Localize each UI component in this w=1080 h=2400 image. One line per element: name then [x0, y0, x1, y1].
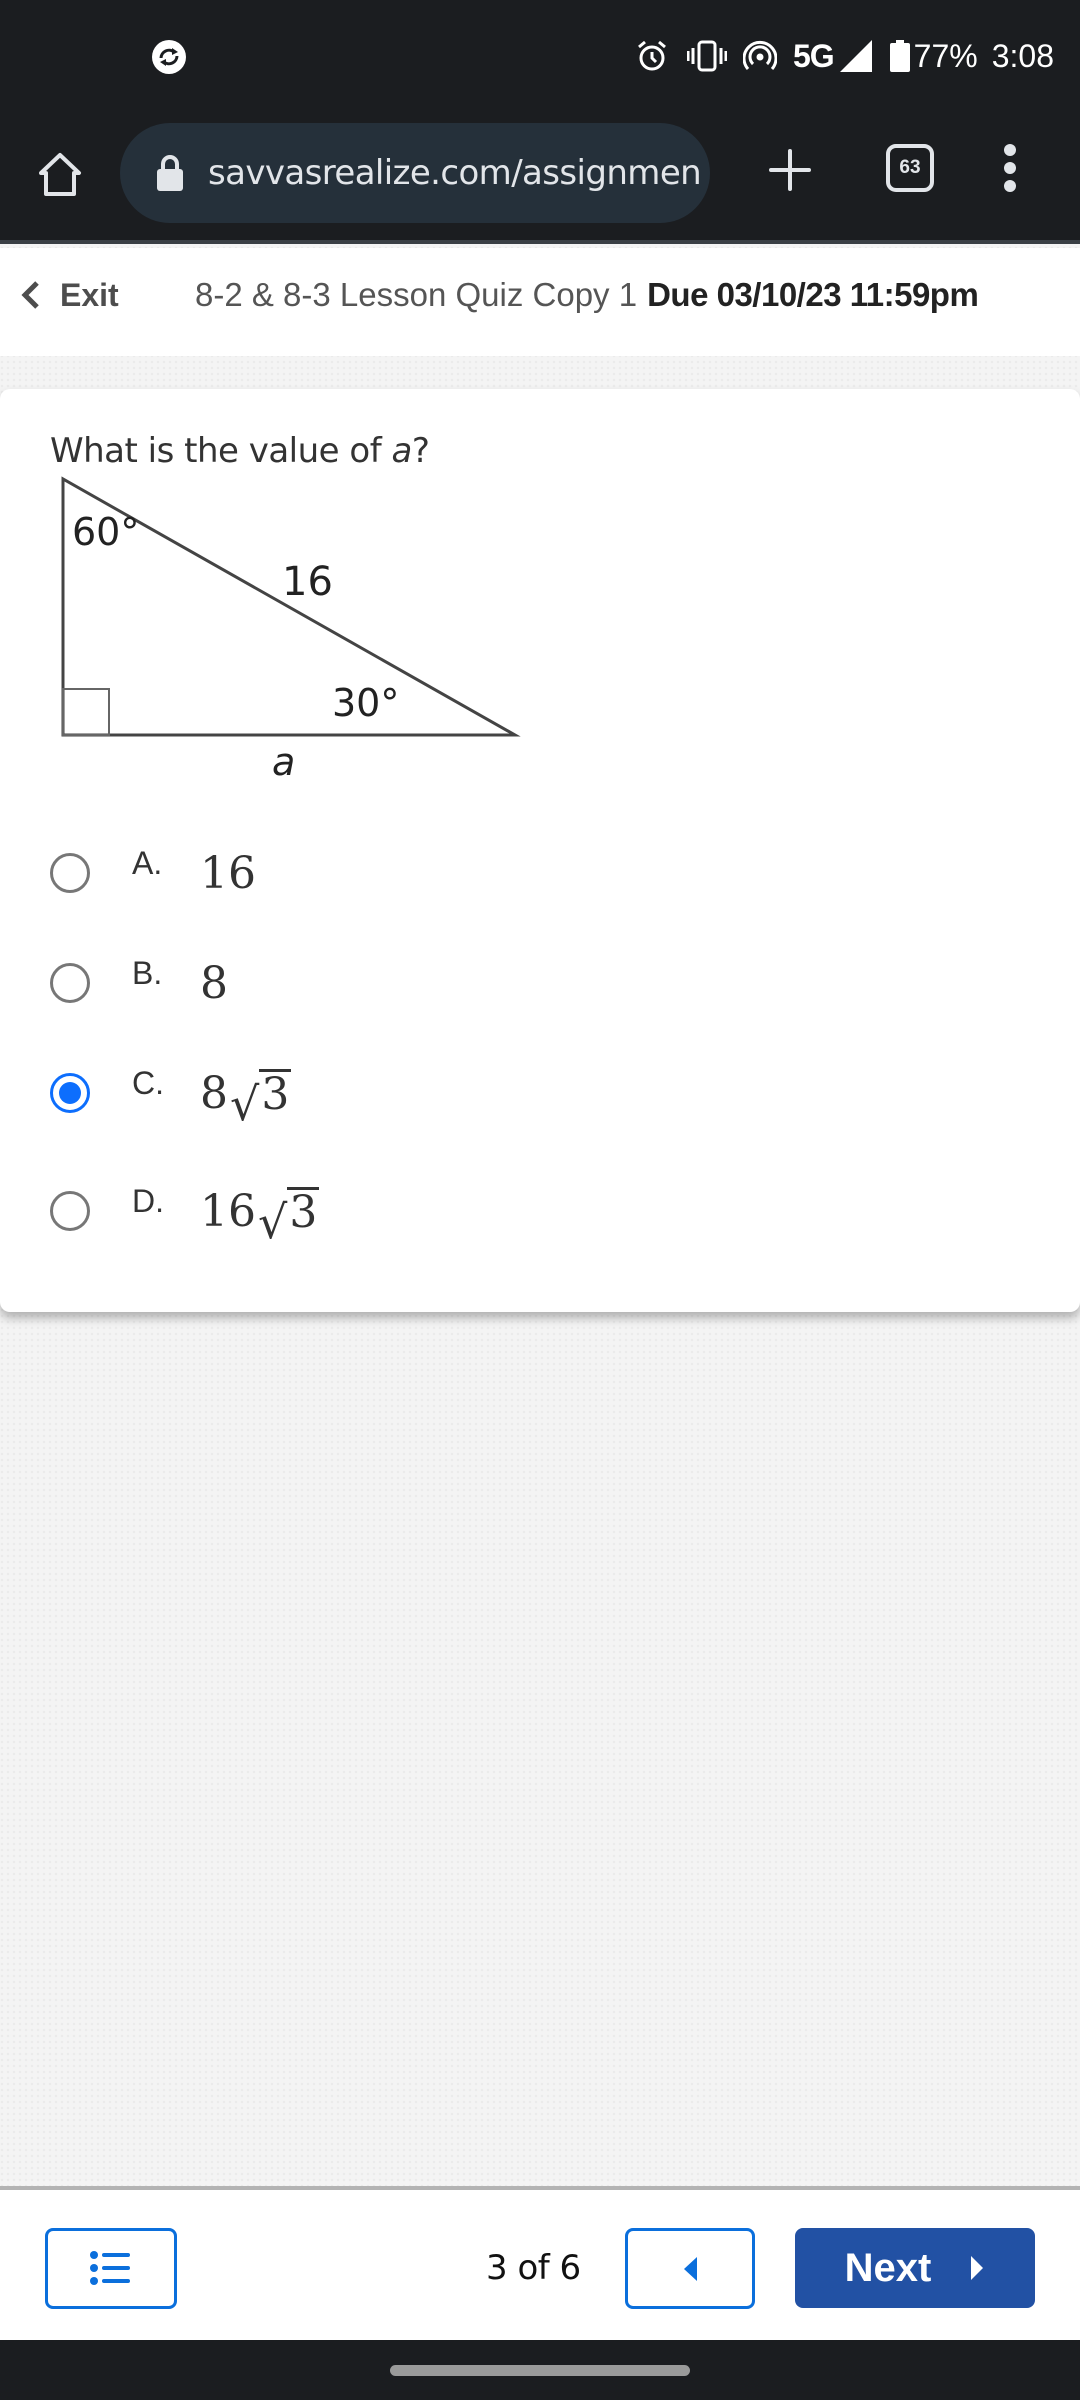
caret-right-icon — [971, 2256, 984, 2280]
choice-letter: C. — [132, 1064, 164, 1101]
sync-icon — [152, 40, 186, 74]
square-root: √ 3 — [258, 1187, 320, 1249]
triangle-diagram: 60° 16 30° a — [61, 476, 521, 784]
browser-toolbar: savvasrealize.com/assignmen 63 — [0, 114, 1080, 244]
home-icon — [39, 153, 81, 196]
choice-letter: B. — [132, 954, 163, 991]
choice-d[interactable]: D. 16 √ 3 — [50, 1171, 750, 1251]
hypotenuse-label: 16 — [282, 559, 333, 605]
tab-switcher-button[interactable]: 63 — [886, 144, 934, 192]
quiz-navigation-bar: 3 of 6 Next — [0, 2186, 1080, 2340]
list-icon — [90, 2250, 130, 2285]
chevron-left-icon — [21, 281, 39, 309]
system-navigation-bar — [0, 2340, 1080, 2400]
angle-label-top: 60° — [72, 510, 139, 554]
quiz-title: 8-2 & 8-3 Lesson Quiz Copy 1 Due 03/10/2… — [195, 270, 979, 320]
question-prompt: What is the value of a? — [50, 431, 430, 471]
radio-b[interactable] — [50, 963, 90, 1003]
url-text: savvasrealize.com/assignmen — [208, 153, 702, 193]
choice-value: 8 — [200, 957, 228, 1009]
home-button[interactable] — [30, 144, 90, 204]
network-type: 5G — [792, 37, 835, 74]
address-bar[interactable]: savvasrealize.com/assignmen — [120, 123, 710, 223]
square-root: √ 3 — [230, 1069, 292, 1131]
radical-sign: √ — [230, 1076, 260, 1131]
question-card: What is the value of a? 60° 16 30° a A. … — [0, 389, 1080, 1312]
right-angle-marker — [62, 688, 110, 736]
previous-button[interactable] — [625, 2228, 755, 2309]
hotspot-icon — [742, 40, 777, 70]
status-icons: 5G 77% 3:08 — [635, 34, 1054, 78]
choice-value: 16 √ 3 — [200, 1185, 320, 1249]
radio-d[interactable] — [50, 1191, 90, 1231]
status-bar: 5G 77% 3:08 — [0, 0, 1080, 114]
next-label: Next — [844, 2245, 932, 2290]
angle-label-bottom-right: 30° — [332, 681, 399, 725]
more-menu-button[interactable] — [994, 144, 1026, 192]
tab-count: 63 — [899, 157, 921, 178]
next-button[interactable]: Next — [795, 2228, 1035, 2308]
exit-label: Exit — [60, 276, 119, 313]
radical-sign: √ — [258, 1194, 288, 1249]
quiz-header: Exit 8-2 & 8-3 Lesson Quiz Copy 1 Due 03… — [0, 248, 1080, 356]
quiz-name: 8-2 & 8-3 Lesson Quiz Copy 1 — [195, 276, 638, 313]
vibrate-icon — [686, 40, 727, 72]
due-date: Due 03/10/23 11:59pm — [647, 276, 979, 313]
choice-c[interactable]: C. 8 √ 3 — [50, 1053, 750, 1133]
choice-letter: A. — [132, 844, 163, 881]
lock-icon — [157, 155, 183, 191]
choice-value: 8 √ 3 — [200, 1067, 292, 1131]
radio-c-selected[interactable] — [50, 1073, 90, 1113]
gesture-home-handle[interactable] — [390, 2365, 690, 2376]
clock: 3:08 — [991, 37, 1054, 74]
exit-button[interactable]: Exit — [20, 270, 119, 320]
variable-a: a — [391, 431, 412, 471]
caret-left-icon — [684, 2256, 697, 2281]
choice-letter: D. — [132, 1182, 164, 1219]
choice-a[interactable]: A. 16 — [50, 833, 750, 913]
alarm-icon — [638, 40, 666, 71]
choice-value: 16 — [200, 847, 256, 899]
side-label-a: a — [272, 740, 295, 784]
new-tab-button[interactable] — [762, 142, 818, 198]
battery-percent: 77% — [913, 37, 978, 74]
more-vert-icon — [1004, 144, 1016, 156]
plus-icon — [769, 149, 811, 191]
radio-a[interactable] — [50, 853, 90, 893]
question-list-button[interactable] — [45, 2228, 177, 2309]
page-indicator: 3 of 6 — [486, 2248, 581, 2288]
signal-icon — [839, 40, 872, 72]
battery-icon — [889, 40, 910, 72]
choice-b[interactable]: B. 8 — [50, 943, 750, 1023]
